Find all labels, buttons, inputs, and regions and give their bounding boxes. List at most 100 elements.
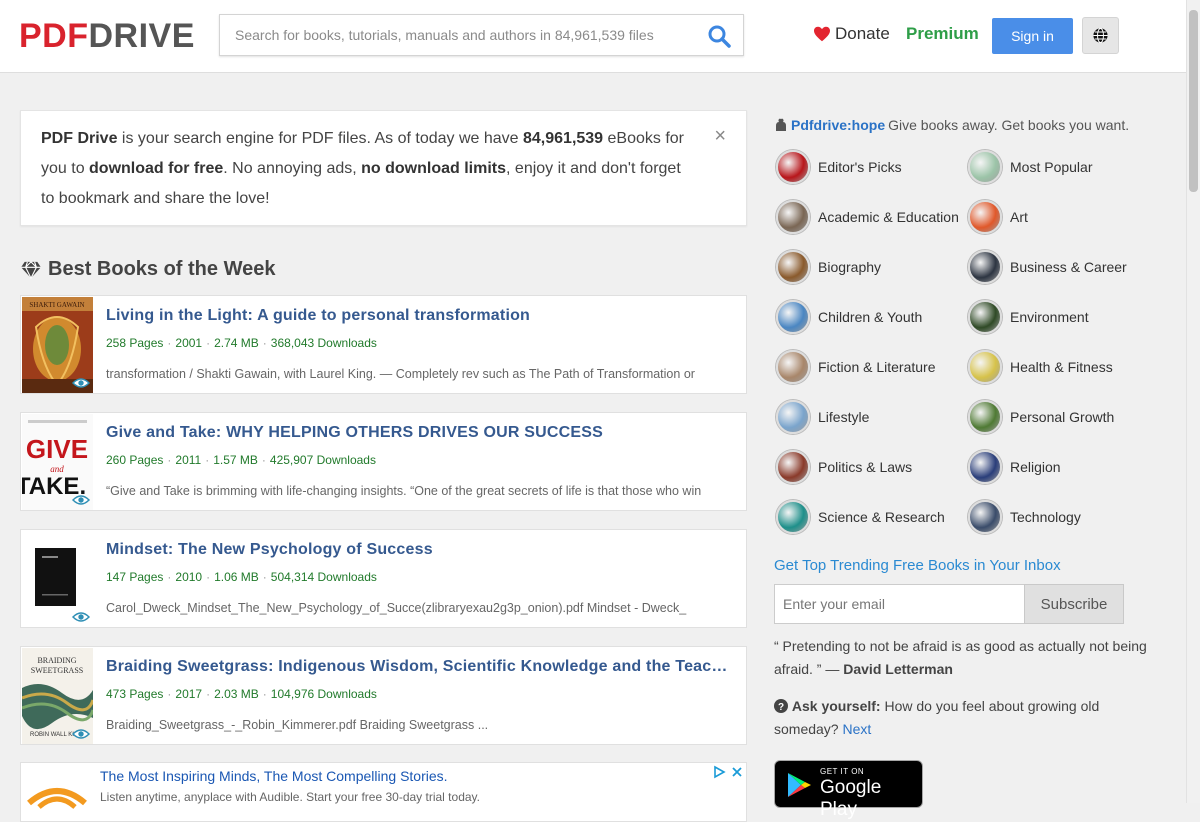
book-year: 2011: [175, 453, 202, 467]
book-title[interactable]: Living in the Light: A guide to personal…: [106, 307, 736, 325]
book-meta: 147 Pages · 2010 · 1.06 MB · 504,314 Downloads: [106, 570, 377, 584]
category-biography[interactable]: Biography: [776, 250, 881, 284]
category-thumbnail: [968, 450, 1002, 484]
ask-next-link[interactable]: Next: [842, 721, 871, 737]
category-thumbnail: [968, 200, 1002, 234]
language-button[interactable]: [1082, 17, 1119, 54]
category-personal-growth[interactable]: Personal Growth: [968, 400, 1114, 434]
globe-icon: [1093, 27, 1108, 44]
svg-text:?: ?: [778, 702, 784, 713]
book-size: 1.06 MB: [214, 570, 259, 584]
adchoices-icon[interactable]: [712, 765, 726, 779]
book-size: 2.74 MB: [214, 336, 259, 350]
notice-text-3: . No annoying ads,: [223, 160, 362, 177]
category-label: Environment: [1010, 309, 1089, 325]
preview-eye-icon[interactable]: [72, 494, 90, 506]
category-label: Fiction & Literature: [818, 359, 936, 375]
category-thumbnail: [968, 300, 1002, 334]
book-snippet: Braiding_Sweetgrass_-_Robin_Kimmerer.pdf…: [106, 718, 489, 732]
category-business-career[interactable]: Business & Career: [968, 250, 1127, 284]
book-pages: 260 Pages: [106, 453, 164, 467]
hope-link[interactable]: Pdfdrive:hope: [791, 117, 885, 133]
category-thumbnail: [776, 150, 810, 184]
book-card[interactable]: Mindset: The New Psychology of Success 1…: [20, 529, 747, 628]
pdfdrive-logo[interactable]: PDFDRIVE: [19, 18, 195, 54]
category-environment[interactable]: Environment: [968, 300, 1089, 334]
category-label: Health & Fitness: [1010, 359, 1113, 375]
category-label: Most Popular: [1010, 159, 1093, 175]
premium-link[interactable]: Premium: [906, 24, 979, 44]
ask-yourself: ? Ask yourself: How do you feel about gr…: [774, 695, 1154, 741]
subscribe-button[interactable]: Subscribe: [1024, 584, 1124, 624]
google-play-icon: [788, 773, 811, 797]
book-card[interactable]: BRAIDING SWEETGRASS ROBIN WALL KIMM Brai…: [20, 646, 747, 745]
category-thumbnail: [968, 500, 1002, 534]
category-science-research[interactable]: Science & Research: [776, 500, 945, 534]
book-title[interactable]: Braiding Sweetgrass: Indigenous Wisdom, …: [106, 658, 736, 676]
category-thumbnail: [968, 350, 1002, 384]
close-ad-icon[interactable]: [730, 765, 744, 779]
category-label: Personal Growth: [1010, 409, 1115, 425]
hand-heart-icon: [776, 118, 786, 131]
category-thumbnail: [776, 250, 810, 284]
site-header: PDFDRIVE Donate Premium Sign in: [0, 0, 1186, 73]
hope-text: Give books away. Get books you want.: [888, 117, 1130, 133]
sign-in-button[interactable]: Sign in: [992, 18, 1073, 54]
category-fiction-literature[interactable]: Fiction & Literature: [776, 350, 936, 384]
audible-ad[interactable]: The Most Inspiring Minds, The Most Compe…: [20, 762, 747, 822]
book-snippet: transformation / Shakti Gawain, with Lau…: [106, 367, 695, 381]
notice-brand: PDF Drive: [41, 130, 118, 147]
book-year: 2010: [175, 570, 203, 584]
category-religion[interactable]: Religion: [968, 450, 1061, 484]
category-academic-education[interactable]: Academic & Education: [776, 200, 959, 234]
book-meta: 260 Pages · 2011 · 1.57 MB · 425,907 Downloads: [106, 453, 376, 467]
category-thumbnail: [968, 400, 1002, 434]
book-meta: 473 Pages · 2017 · 2.03 MB · 104,976 Downloads: [106, 687, 377, 701]
category-lifestyle[interactable]: Lifestyle: [776, 400, 869, 434]
book-downloads: 504,314 Downloads: [270, 570, 377, 584]
ad-text: Listen anytime, anyplace with Audible. S…: [100, 790, 480, 804]
category-children-youth[interactable]: Children & Youth: [776, 300, 922, 334]
gplay-big-text: Google Play: [820, 777, 882, 820]
ad-title[interactable]: The Most Inspiring Minds, The Most Compe…: [100, 768, 448, 784]
book-downloads: 425,907 Downloads: [269, 453, 376, 467]
logo-drive: DRIVE: [88, 17, 195, 55]
book-title[interactable]: Give and Take: WHY HELPING OTHERS DRIVES…: [106, 424, 736, 442]
preview-eye-icon[interactable]: [72, 611, 90, 623]
search-input[interactable]: [220, 15, 705, 55]
category-most-popular[interactable]: Most Popular: [968, 150, 1092, 184]
donate-link[interactable]: Donate: [813, 24, 890, 44]
heart-icon: [814, 26, 830, 42]
scrollbar-thumb[interactable]: [1189, 10, 1198, 192]
category-politics-laws[interactable]: Politics & Laws: [776, 450, 912, 484]
preview-eye-icon[interactable]: [72, 728, 90, 740]
svg-text:GIVE: GIVE: [26, 434, 88, 464]
preview-eye-icon[interactable]: [72, 377, 90, 389]
audible-logo-icon: [27, 788, 87, 809]
notice-free: download for free: [89, 160, 224, 177]
book-snippet: “Give and Take is brimming with life-cha…: [106, 484, 702, 498]
close-notice-icon[interactable]: ×: [714, 124, 726, 148]
category-label: Editor's Picks: [818, 159, 902, 175]
book-pages: 258 Pages: [106, 336, 164, 350]
category-label: Science & Research: [818, 509, 945, 525]
category-label: Business & Career: [1010, 259, 1127, 275]
category-editor-s-picks[interactable]: Editor's Picks: [776, 150, 902, 184]
search-icon[interactable]: [707, 24, 731, 48]
book-card[interactable]: GIVE and TAKE. Give and Take: WHY HELPIN…: [20, 412, 747, 511]
book-pages: 473 Pages: [106, 687, 164, 701]
book-title[interactable]: Mindset: The New Psychology of Success: [106, 541, 736, 559]
category-technology[interactable]: Technology: [968, 500, 1081, 534]
page-scrollbar[interactable]: [1186, 0, 1200, 803]
category-label: Children & Youth: [818, 309, 923, 325]
category-label: Academic & Education: [818, 209, 959, 225]
category-label: Technology: [1010, 509, 1081, 525]
book-card[interactable]: SHAKTI GAWAIN Living in the Light: A gui…: [20, 295, 747, 394]
category-health-fitness[interactable]: Health & Fitness: [968, 350, 1113, 384]
email-input[interactable]: [774, 584, 1025, 624]
category-art[interactable]: Art: [968, 200, 1028, 234]
best-books-heading: Best Books of the Week: [20, 258, 275, 281]
quote-block: “ Pretending to not be afraid is as good…: [774, 635, 1154, 681]
google-play-badge[interactable]: GET IT ON Google Play: [774, 760, 923, 820]
book-pages: 147 Pages: [106, 570, 164, 584]
